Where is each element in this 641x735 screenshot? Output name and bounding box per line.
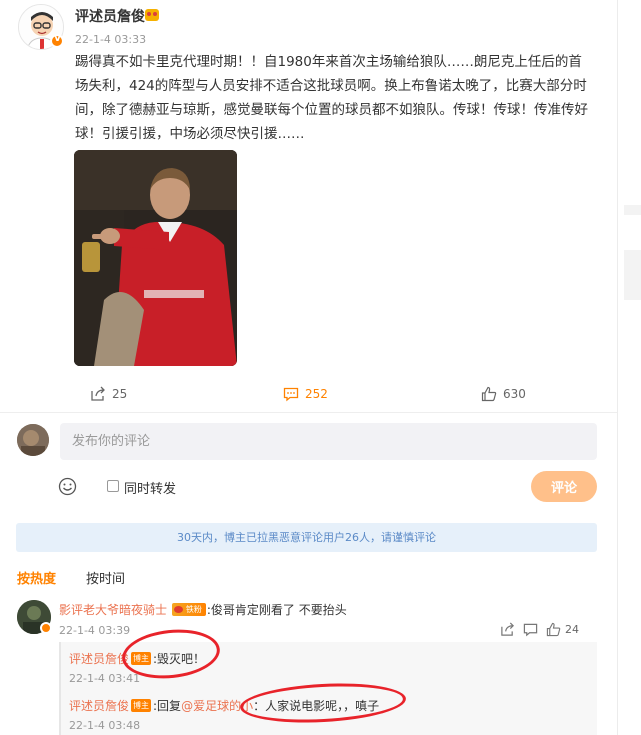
sidebar-band [624, 205, 641, 215]
comment-line: 影评老大爷暗夜骑士 铁粉 :俊哥肯定刚看了 不要抬头 [59, 601, 347, 618]
emoji-icon[interactable] [58, 477, 77, 496]
reply-author[interactable]: 评述员詹俊 [69, 699, 129, 713]
blacklist-notice: 30天内，博主已拉黑恶意评论用户26人，请谨慎评论 [16, 523, 597, 552]
share-icon[interactable] [500, 622, 515, 637]
post-timestamp[interactable]: 22-1-4 03:33 [75, 33, 146, 46]
sort-by-time-tab[interactable]: 按时间 [86, 568, 125, 587]
commenter-name[interactable]: 影评老大爷暗夜骑士 [59, 603, 167, 617]
post-photo-man-pointing-icon [74, 150, 237, 366]
reply-author[interactable]: 评述员詹俊 [69, 652, 129, 666]
fan-badge-label: 铁粉 [185, 605, 202, 614]
comment-text: :俊哥肯定刚看了 不要抬头 [206, 603, 347, 617]
verified-badge-icon [50, 34, 64, 48]
sort-by-hot-tab[interactable]: 按热度 [17, 568, 56, 587]
commenter-verified-icon [40, 622, 52, 634]
my-avatar[interactable] [17, 424, 49, 456]
blogger-tag: 博主 [131, 699, 152, 712]
thumbs-up-icon[interactable] [546, 622, 561, 637]
fan-badge-icon: 铁粉 [171, 603, 206, 616]
thumbs-up-icon [481, 386, 497, 402]
comment-like-count: 24 [565, 623, 579, 636]
share-icon [91, 386, 105, 401]
reply-timestamp: 22-1-4 03:41 [69, 672, 141, 685]
sidebar-band [624, 250, 641, 300]
submit-comment-button[interactable]: 评论 [531, 471, 597, 502]
comment-actions: 24 [500, 622, 579, 637]
repost-button[interactable]: 25 [90, 386, 127, 402]
like-count: 630 [503, 387, 526, 401]
reply-prefix: :回复 [153, 699, 182, 713]
like-button[interactable]: 630 [481, 386, 526, 402]
repost-checkbox-label[interactable]: 同时转发 [124, 478, 176, 497]
repost-checkbox[interactable] [107, 480, 119, 492]
user-photo-icon [17, 424, 49, 456]
right-sidebar-edge [617, 0, 641, 735]
comment-input[interactable] [60, 423, 597, 460]
post-author-name[interactable]: 评述员詹俊 [75, 6, 145, 26]
vip-crown-icon [145, 9, 159, 21]
divider [0, 412, 617, 413]
comment-count: 252 [305, 387, 328, 401]
post-image[interactable] [74, 150, 237, 366]
comment-timestamp: 22-1-4 03:39 [59, 624, 131, 637]
repost-count: 25 [112, 387, 128, 401]
reply-timestamp: 22-1-4 03:48 [69, 719, 141, 732]
comment-icon [283, 387, 299, 402]
reply-icon[interactable] [523, 622, 538, 637]
comment-button[interactable]: 252 [283, 386, 328, 402]
post-body-text: 踢得真不如卡里克代理时期！！自1980年来首次主场输给狼队……朗尼克上任后的首场… [75, 54, 588, 142]
